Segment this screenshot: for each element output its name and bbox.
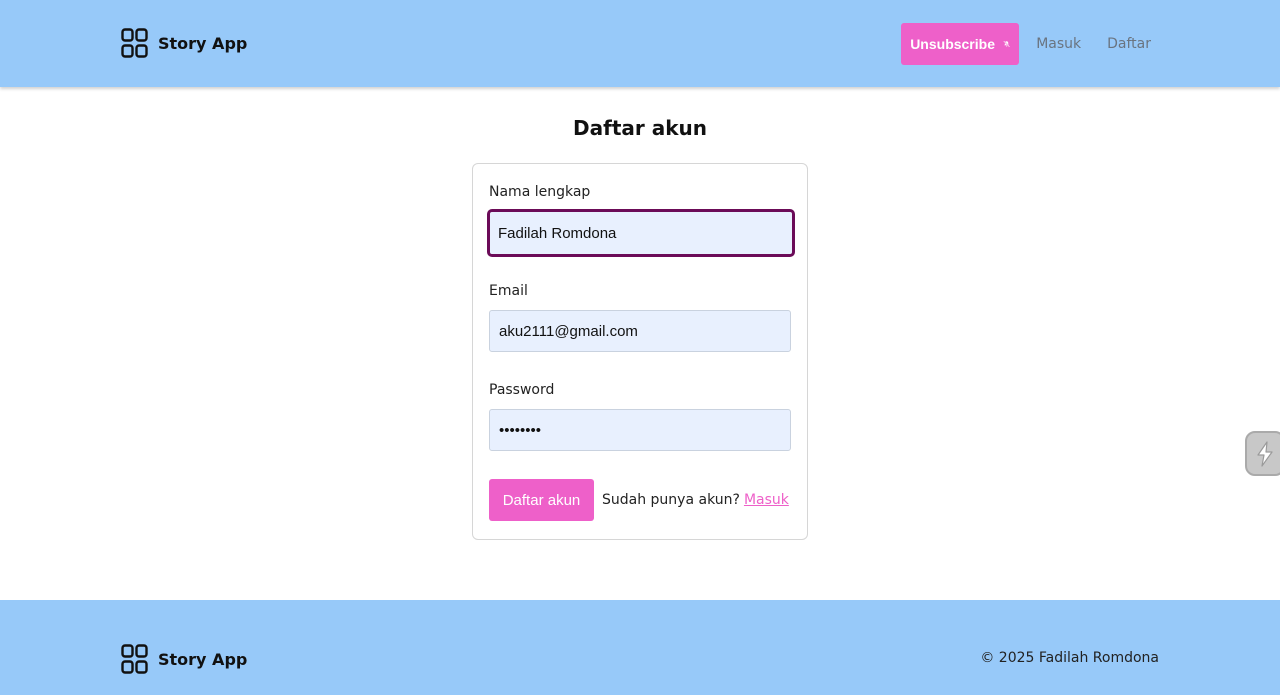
brand-name: Story App [158, 33, 248, 53]
password-field[interactable] [489, 409, 791, 451]
footer-brand-name: Story App [158, 649, 248, 669]
side-extension-widget[interactable] [1245, 431, 1280, 476]
grid-four-squares-icon [121, 28, 148, 58]
grid-four-squares-icon [121, 644, 148, 674]
password-label: Password [489, 382, 555, 398]
top-nav: Unsubscribe Masuk Daftar [901, 23, 1151, 65]
email-field[interactable] [489, 310, 791, 352]
name-field[interactable] [487, 209, 795, 257]
form-actions: Daftar akun Sudah punya akun? Masuk [489, 479, 789, 521]
register-submit-button[interactable]: Daftar akun [489, 479, 594, 521]
brand-logo-link[interactable]: Story App [121, 28, 247, 58]
has-account-text: Sudah punya akun? Masuk [602, 492, 789, 508]
footer-brand-link[interactable]: Story App [121, 644, 247, 674]
bell-off-icon [1003, 40, 1010, 48]
extension-widget-icon [1257, 440, 1273, 467]
register-form: Nama lengkap Email Password Daftar akun … [472, 163, 808, 540]
nav-login-link[interactable]: Masuk [1036, 36, 1081, 52]
name-label: Nama lengkap [489, 184, 591, 200]
page-title: Daftar akun [573, 116, 707, 140]
copyright-text: © 2025 Fadilah Romdona [980, 650, 1159, 666]
email-label: Email [489, 283, 528, 299]
nav-register-link[interactable]: Daftar [1107, 36, 1151, 52]
login-link[interactable]: Masuk [744, 492, 789, 508]
unsubscribe-label: Unsubscribe [910, 36, 995, 52]
site-footer: Story App © 2025 Fadilah Romdona [0, 600, 1280, 695]
site-header: Story App Unsubscribe Masuk Daftar [0, 0, 1280, 87]
unsubscribe-button[interactable]: Unsubscribe [901, 23, 1020, 65]
has-account-label: Sudah punya akun? [602, 492, 740, 508]
